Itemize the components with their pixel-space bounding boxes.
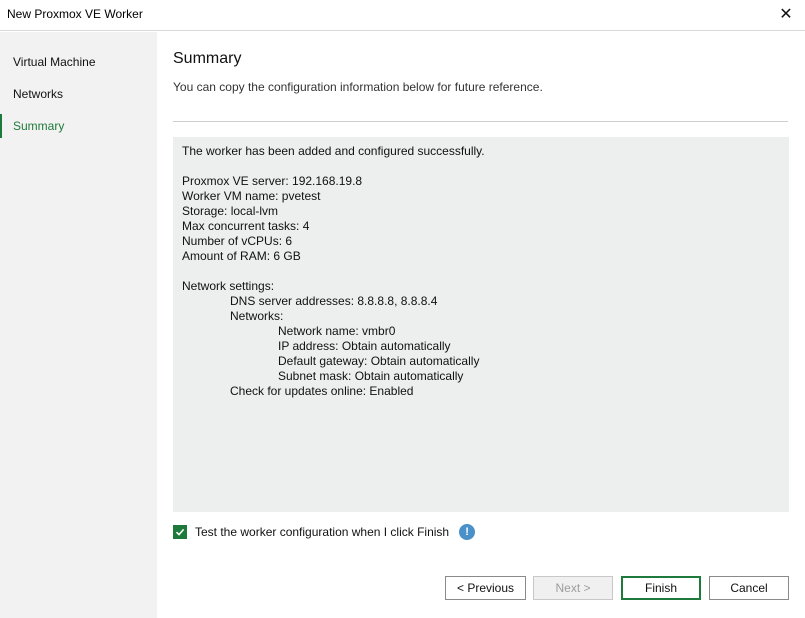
summary-line: Amount of RAM: 6 GB <box>182 249 301 263</box>
previous-button[interactable]: < Previous <box>445 576 526 600</box>
summary-line: Network settings: <box>182 279 275 293</box>
close-icon[interactable]: ✕ <box>776 4 796 24</box>
main-panel: Summary You can copy the configuration i… <box>157 32 805 618</box>
divider <box>173 121 788 122</box>
next-button[interactable]: Next > <box>533 576 613 600</box>
summary-line: Number of vCPUs: 6 <box>182 234 293 248</box>
summary-line: Storage: local-lvm <box>182 204 279 218</box>
summary-line: Worker VM name: pvetest <box>182 189 321 203</box>
summary-line: DNS server addresses: 8.8.8.8, 8.8.8.4 <box>230 294 438 308</box>
summary-line: The worker has been added and configured… <box>182 144 485 158</box>
sidebar-item-virtual-machine[interactable]: Virtual Machine <box>0 50 157 74</box>
test-configuration-row: Test the worker configuration when I cli… <box>173 524 476 540</box>
summary-line: Check for updates online: Enabled <box>230 384 414 398</box>
summary-line: Subnet mask: Obtain automatically <box>278 369 464 383</box>
title-bar: New Proxmox VE Worker ✕ <box>0 0 805 31</box>
checkmark-icon <box>175 528 185 536</box>
summary-line: Proxmox VE server: 192.168.19.8 <box>182 174 363 188</box>
sidebar-item-summary[interactable]: Summary <box>0 114 157 138</box>
cancel-button[interactable]: Cancel <box>709 576 789 600</box>
page-title: Summary <box>173 50 242 67</box>
wizard-sidebar: Virtual Machine Networks Summary <box>0 32 157 618</box>
sidebar-item-networks[interactable]: Networks <box>0 82 157 106</box>
test-configuration-label[interactable]: Test the worker configuration when I cli… <box>195 525 449 539</box>
test-configuration-checkbox[interactable] <box>173 525 187 539</box>
summary-blank-line <box>182 159 780 174</box>
summary-line: IP address: Obtain automatically <box>278 339 451 353</box>
window-title: New Proxmox VE Worker <box>7 7 143 21</box>
summary-line: Networks: <box>230 309 284 323</box>
finish-button[interactable]: Finish <box>621 576 701 600</box>
page-subtitle: You can copy the configuration informati… <box>173 80 543 94</box>
summary-line: Default gateway: Obtain automatically <box>278 354 480 368</box>
summary-text-area[interactable]: The worker has been added and configured… <box>173 137 789 512</box>
summary-blank-line <box>182 264 780 279</box>
summary-line: Max concurrent tasks: 4 <box>182 219 310 233</box>
info-icon[interactable]: ! <box>459 524 476 540</box>
summary-line: Network name: vmbr0 <box>278 324 396 338</box>
